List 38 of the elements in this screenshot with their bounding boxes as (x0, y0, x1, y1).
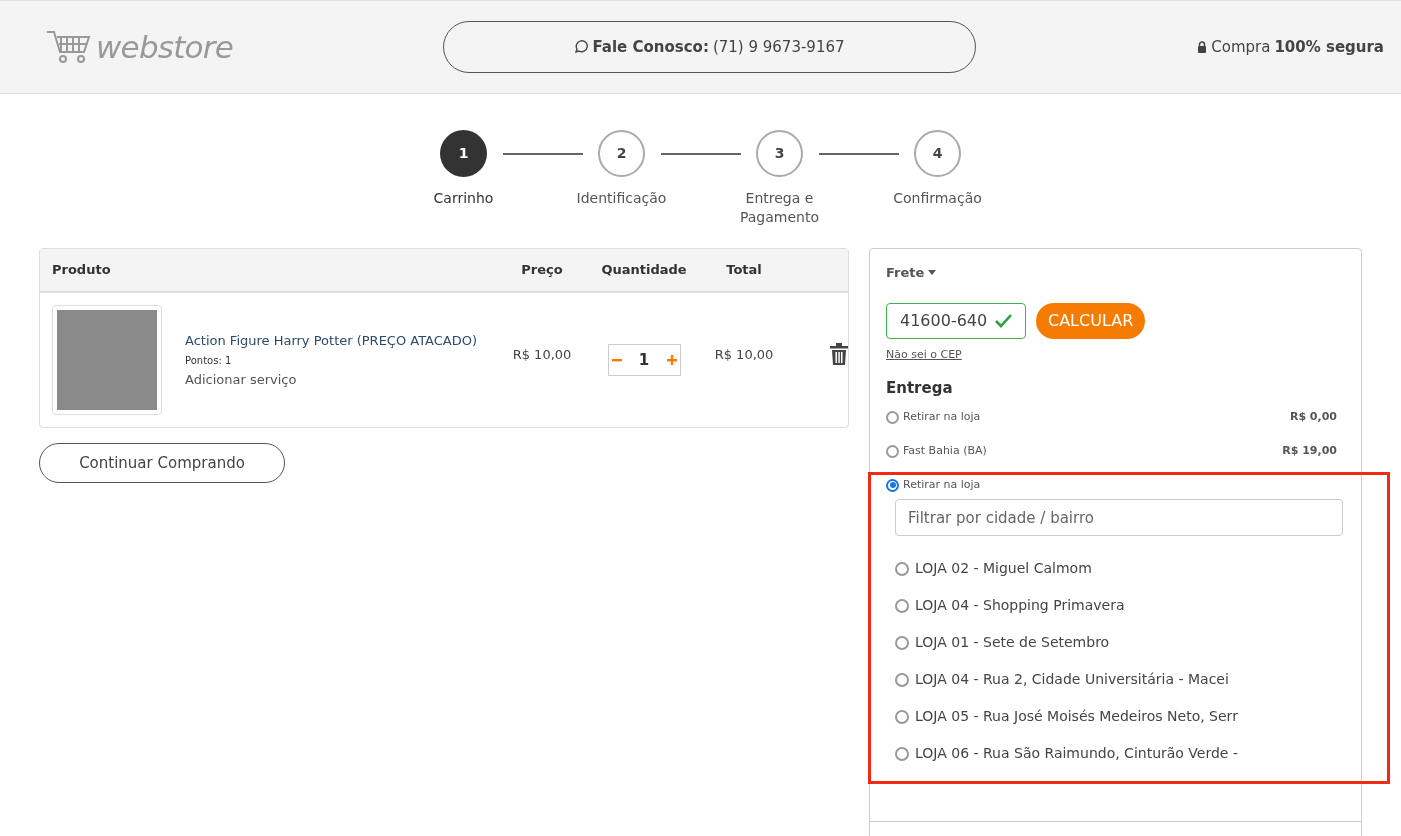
delivery-title: Entrega (886, 377, 954, 399)
store-option-label[interactable]: LOJA 06 - Rua São Raimundo, Cinturão Verde - (915, 743, 1238, 764)
quantity-stepper[interactable]: 1 (607, 344, 681, 376)
column-header: Preço (520, 261, 564, 280)
step-label: Identificação (575, 189, 668, 208)
delivery-option-label[interactable]: Retirar na loja (903, 476, 981, 494)
cep-field[interactable]: 41600-640 (886, 302, 1026, 339)
step-label: Carrinho (432, 189, 495, 208)
quantity-value: 1 (638, 349, 650, 371)
contact-phone: (71) 9 9673-9167 (712, 36, 845, 58)
contact-label: Fale Conosco: (592, 36, 709, 58)
step-label: Entrega e Pagamento (738, 189, 820, 227)
store-option-label[interactable]: LOJA 05 - Rua José Moisés Medeiros Neto, Serr (915, 706, 1238, 727)
column-header: Produto (52, 261, 112, 280)
store-option-label[interactable]: LOJA 01 - Sete de Setembro (915, 632, 1110, 653)
store-option-label[interactable]: LOJA 04 - Shopping Primavera (915, 595, 1125, 616)
delivery-price: R$ 0,00 (1289, 408, 1337, 425)
secure-text: Compra (1211, 36, 1271, 58)
product-points: Pontos: 1 (185, 353, 233, 368)
cep-input[interactable]: 41600-640 (900, 308, 990, 333)
price-cell-text: R$ 10,00 (511, 346, 573, 365)
delivery-option-label[interactable]: Fast Bahia (BA) (903, 442, 987, 460)
store-option-label[interactable]: LOJA 04 - Rua 2, Cidade Universitária - Macei (915, 669, 1229, 690)
delivery-price: R$ 19,00 (1282, 442, 1337, 459)
secure-emphasis: 100% segura (1274, 36, 1384, 58)
logo-text: webstore (96, 27, 233, 67)
continue-shopping-button[interactable]: Continuar Comprando (39, 443, 285, 483)
shipping-dropdown[interactable]: Frete (886, 263, 1345, 283)
add-service-link[interactable]: Adicionar serviço (185, 369, 492, 389)
cep-help-link[interactable]: Não sei o CEP (886, 346, 962, 363)
store-filter-field[interactable]: Filtrar por cidade / bairro (895, 499, 1343, 536)
product-name[interactable]: Action Figure Harry Potter (PREÇO ATACADO) (185, 331, 492, 351)
step-label: Confirmação (892, 189, 983, 208)
column-header: Total (725, 261, 763, 280)
total-cell-text: R$ 10,00 (713, 346, 775, 365)
store-option-label[interactable]: LOJA 02 - Miguel Calmom (915, 558, 1092, 579)
delivery-option-label[interactable]: Retirar na loja (903, 408, 981, 426)
column-header: Quantidade (600, 261, 688, 280)
